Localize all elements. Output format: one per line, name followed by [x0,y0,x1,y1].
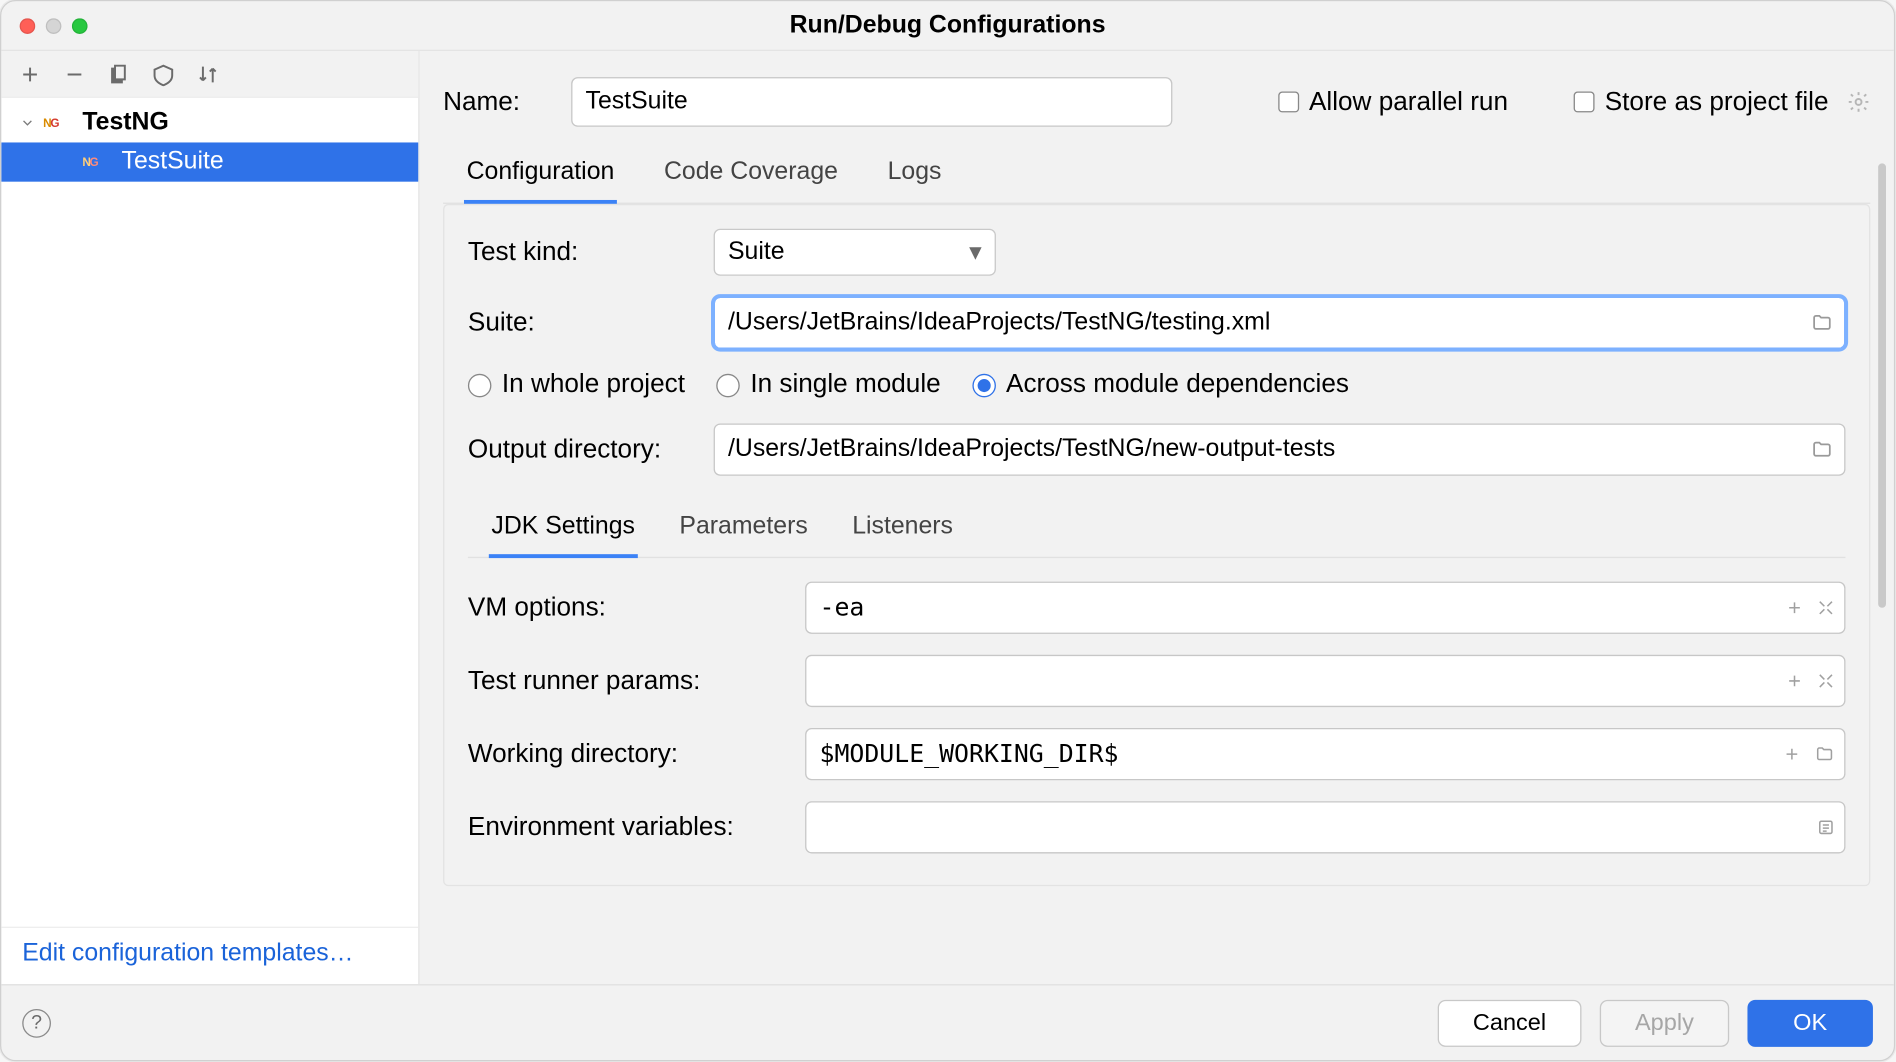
testng-icon: NG [43,112,74,133]
titlebar: Run/Debug Configurations [1,1,1894,51]
zoom-window-button[interactable] [72,18,88,34]
checkbox-icon [1573,91,1594,112]
vm-options-row: VM options: [468,582,1846,634]
output-dir-row: Output directory: [468,423,1846,475]
edit-templates-link[interactable]: Edit configuration templates… [22,940,353,967]
cancel-button[interactable]: Cancel [1438,999,1582,1046]
runner-params-row: Test runner params: [468,655,1846,707]
test-kind-row: Test kind: Suite ▾ [468,229,1846,276]
radio-single-module[interactable]: In single module [716,370,940,400]
tree-group-testng[interactable]: NG TestNG [1,103,418,142]
env-vars-row: Environment variables: [468,801,1846,853]
dialog-body: NG TestNG NG TestSuite Edit configuratio… [1,51,1894,984]
config-tree: NG TestNG NG TestSuite [1,98,418,927]
apply-button[interactable]: Apply [1600,999,1729,1046]
expand-field-icon[interactable] [1817,672,1835,690]
insert-macro-icon[interactable] [1785,672,1803,690]
tab-coverage[interactable]: Code Coverage [661,148,840,203]
working-dir-label: Working directory: [468,739,782,769]
working-dir-input[interactable] [805,728,1845,780]
expand-field-icon[interactable] [1817,599,1835,617]
suite-input[interactable] [714,297,1846,349]
allow-parallel-label: Allow parallel run [1309,87,1508,117]
test-kind-label: Test kind: [468,237,690,267]
header-row: Name: Allow parallel run Store as projec… [420,51,1894,148]
radio-across-modules[interactable]: Across module dependencies [972,370,1349,400]
vm-options-input[interactable] [805,582,1845,634]
gear-icon[interactable] [1847,90,1871,114]
chevron-down-icon: ▾ [969,237,981,267]
svg-text:NG: NG [43,117,59,130]
folder-browse-icon[interactable] [1809,312,1835,333]
testng-icon: NG [82,152,113,173]
radio-label: Across module dependencies [1006,370,1349,400]
allow-parallel-checkbox[interactable]: Allow parallel run [1278,87,1508,117]
tree-item-testsuite[interactable]: NG TestSuite [1,142,418,181]
working-dir-row: Working directory: [468,728,1846,780]
radio-label: In whole project [502,370,685,400]
tab-configuration[interactable]: Configuration [464,148,617,204]
dialog-footer: ? Cancel Apply OK [1,984,1894,1060]
vm-options-label: VM options: [468,593,782,623]
folder-browse-icon[interactable] [1809,439,1835,460]
traffic-lights [1,18,87,34]
expand-icon [20,115,36,131]
tab-parameters[interactable]: Parameters [677,505,811,557]
folder-browse-icon[interactable] [1814,745,1835,763]
tab-listeners[interactable]: Listeners [850,505,956,557]
insert-macro-icon[interactable] [1783,745,1801,763]
svg-text:NG: NG [82,156,98,169]
radio-icon [716,373,740,397]
name-label: Name: [443,87,540,117]
store-project-checkbox[interactable]: Store as project file [1573,87,1870,117]
checkbox-icon [1278,91,1299,112]
content-area: Configuration Code Coverage Logs Test ki… [420,148,1894,984]
insert-macro-icon[interactable] [1785,599,1803,617]
output-dir-input[interactable] [714,423,1846,475]
search-scope-radios: In whole project In single module Across… [468,370,1846,400]
radio-label: In single module [750,370,940,400]
output-dir-label: Output directory: [468,435,690,465]
name-input[interactable] [571,77,1172,127]
vertical-scrollbar[interactable] [1878,163,1886,607]
suite-label: Suite: [468,308,690,338]
save-template-icon[interactable] [150,61,176,87]
sidebar-toolbar [1,51,418,98]
main-tabs: Configuration Code Coverage Logs [443,148,1870,204]
store-project-label: Store as project file [1605,87,1829,117]
env-vars-label: Environment variables: [468,812,782,842]
test-kind-select[interactable]: Suite ▾ [714,229,996,276]
suite-row: Suite: [468,297,1846,349]
tab-jdk-settings[interactable]: JDK Settings [489,505,638,559]
remove-icon[interactable] [61,61,87,87]
main-panel: Name: Allow parallel run Store as projec… [420,51,1894,984]
window-title: Run/Debug Configurations [1,11,1894,40]
help-button[interactable]: ? [22,1008,51,1037]
tree-group-label: TestNG [82,108,168,137]
sidebar: NG TestNG NG TestSuite Edit configuratio… [1,51,419,984]
tab-logs[interactable]: Logs [885,148,944,203]
minimize-window-button[interactable] [46,18,62,34]
list-edit-icon[interactable] [1817,818,1835,836]
tree-item-label: TestSuite [122,148,224,177]
radio-icon [972,373,996,397]
runner-params-input[interactable] [805,655,1845,707]
ok-button[interactable]: OK [1747,999,1872,1046]
sort-icon[interactable] [195,61,221,87]
radio-whole-project[interactable]: In whole project [468,370,685,400]
close-window-button[interactable] [20,18,36,34]
env-vars-input[interactable] [805,801,1845,853]
config-panel: Test kind: Suite ▾ Suite: [443,204,1870,886]
dialog-window: Run/Debug Configurations NG TestNG [0,0,1895,1061]
sub-tabs: JDK Settings Parameters Listeners [468,497,1846,558]
radio-icon [468,373,492,397]
test-kind-value: Suite [728,238,785,267]
runner-params-label: Test runner params: [468,666,782,696]
sidebar-footer: Edit configuration templates… [1,927,418,985]
copy-icon[interactable] [106,61,132,87]
add-icon[interactable] [17,61,43,87]
